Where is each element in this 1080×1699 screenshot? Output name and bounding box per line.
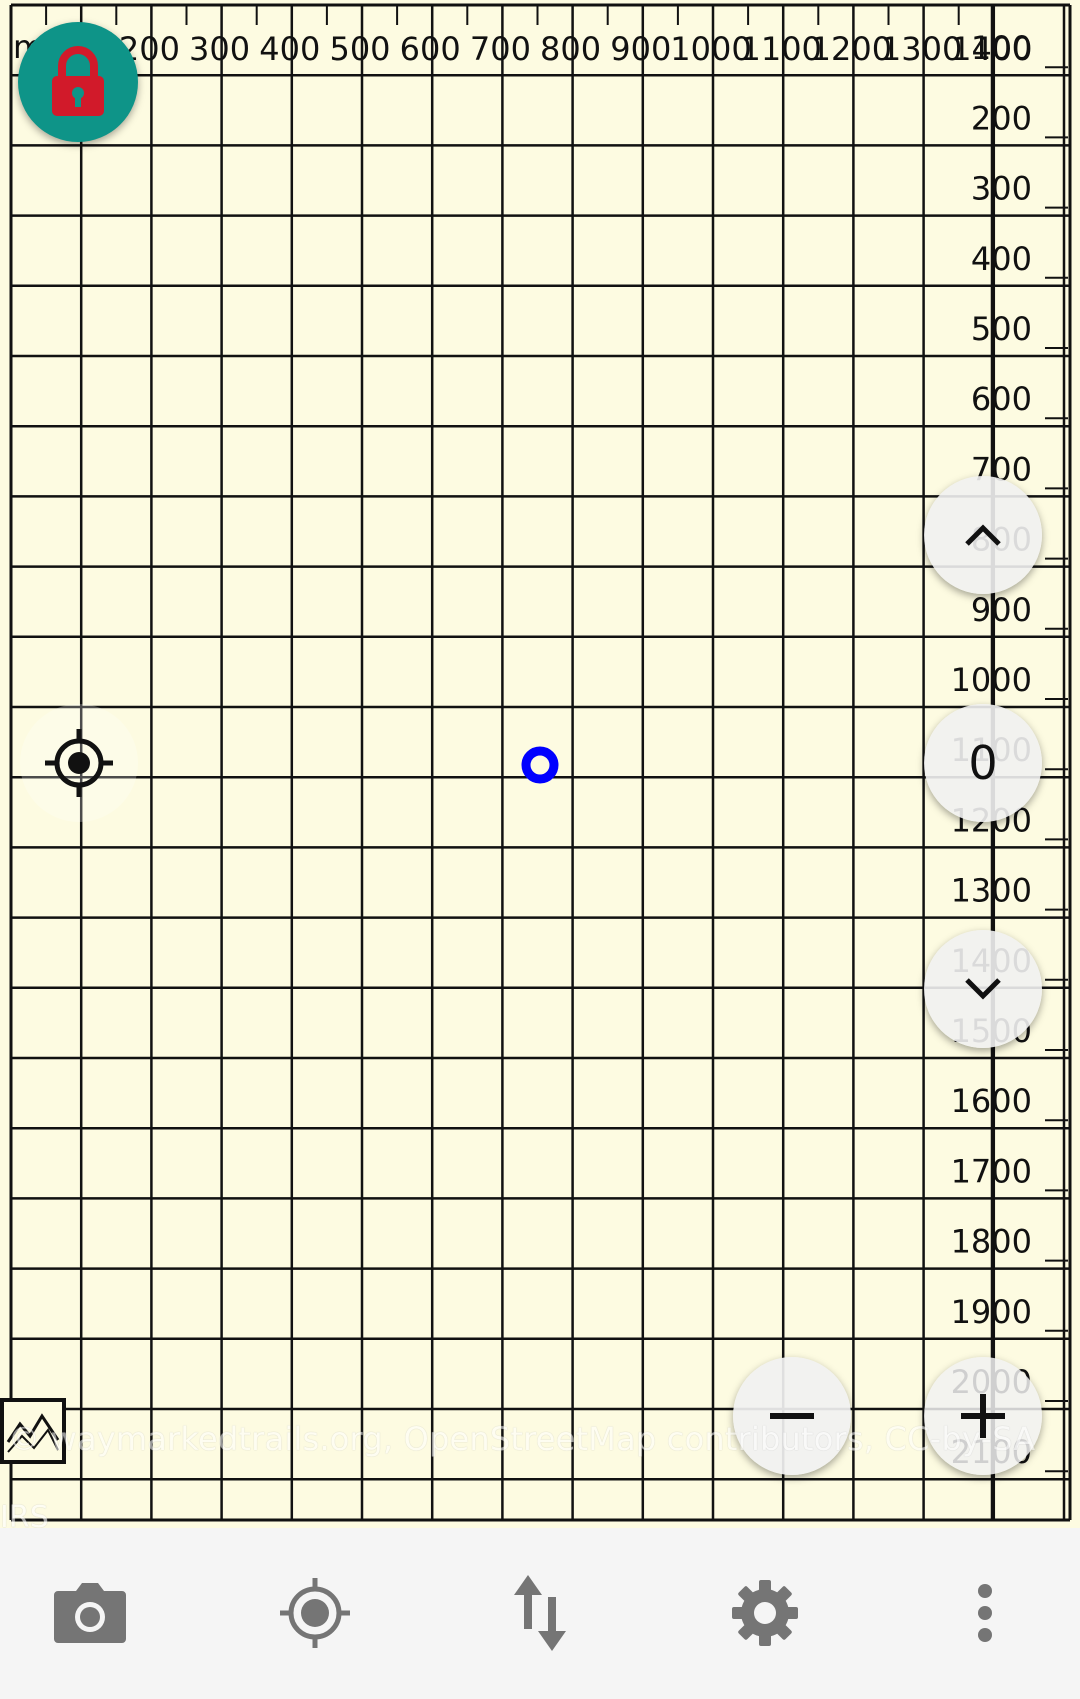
y-scale-tick-label: 100 [971,29,1032,67]
x-scale-tick-label: 300 [189,30,250,68]
x-scale-tick-label: 900 [610,30,671,68]
y-scale-tick-label: 200 [971,99,1032,137]
x-scale-tick-label: 800 [540,30,601,68]
y-scale-tick-label: 900 [971,591,1032,629]
gps-icon [280,1578,350,1648]
chevron-down-icon [965,978,1001,1000]
x-scale-tick-label: 700 [470,30,531,68]
chevron-up-icon [965,524,1001,546]
crosshair-icon [45,729,113,797]
y-scale-tick-label: 1800 [951,1223,1032,1261]
altitude-display[interactable]: 0 [924,704,1042,822]
recenter-button[interactable] [20,704,138,822]
lock-icon [52,46,104,116]
altitude-up-button[interactable] [924,476,1042,594]
transfer-button[interactable] [485,1558,595,1668]
settings-button[interactable] [710,1558,820,1668]
altitude-value: 0 [968,736,998,790]
more-vert-icon [978,1584,992,1642]
y-scale-tick-label: 1600 [951,1082,1032,1120]
y-scale-tick-label: 600 [971,380,1032,418]
y-scale-tick-label: 1700 [951,1152,1032,1190]
current-position-marker [521,746,559,784]
camera-button[interactable] [35,1558,145,1668]
x-scale-tick-label: 400 [259,30,320,68]
x-scale-tick-label: 600 [400,30,461,68]
corner-label: IRS [0,1500,49,1528]
y-scale-tick-label: 1000 [951,661,1032,699]
gear-icon [732,1580,798,1646]
more-options-button[interactable] [930,1558,1040,1668]
camera-icon [54,1583,126,1643]
x-scale-tick-label: 500 [329,30,390,68]
lock-button[interactable] [18,22,138,142]
swap-vertical-icon [514,1575,566,1651]
y-scale-tick-label: 1300 [951,872,1032,910]
y-scale-tick-label: 300 [971,170,1032,208]
map-view[interactable]: m100200300400500600700800900100011001200… [0,0,1080,1528]
gps-button[interactable] [260,1558,370,1668]
map-attribution: © waymarkedtrails.org, OpenStreetMap con… [8,1420,1036,1458]
y-scale-tick-label: 500 [971,310,1032,348]
y-scale-tick-label: 1900 [951,1293,1032,1331]
altitude-down-button[interactable] [924,930,1042,1048]
y-scale-tick-label: 400 [971,240,1032,278]
bottom-toolbar [0,1528,1080,1699]
